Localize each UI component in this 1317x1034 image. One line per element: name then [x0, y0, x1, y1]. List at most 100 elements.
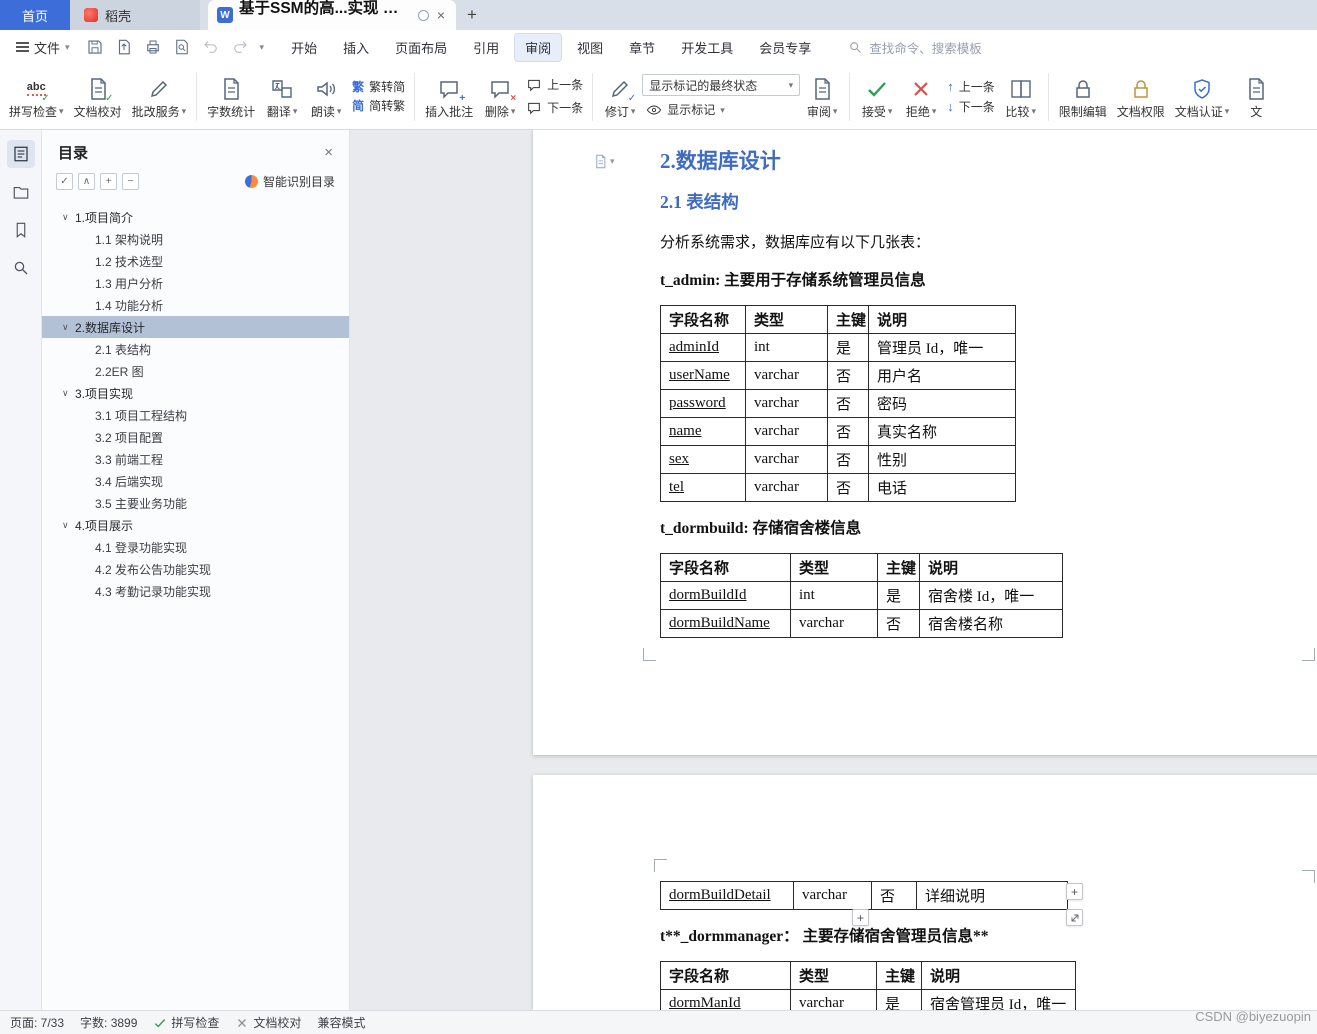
chevron-open-icon[interactable]: ∨	[62, 388, 75, 399]
document-page-2[interactable]: dormBuildDetail varchar 否详细说明 t**_dormmana…	[533, 775, 1317, 1010]
track-changes-button[interactable]: ✓ 修订 ▾	[598, 73, 642, 121]
table-cell: 否	[827, 473, 869, 502]
toc-item-label: 3.3 前端工程	[95, 452, 164, 467]
menu-tab[interactable]: 视图	[566, 33, 614, 62]
menu-tab[interactable]: 开发工具	[670, 33, 744, 62]
chevron-open-icon[interactable]: ∨	[62, 322, 75, 333]
toc-item[interactable]: 4.1 登录功能实现	[42, 536, 349, 558]
menu-tab[interactable]: 引用	[462, 33, 510, 62]
page-indicator[interactable]: 页面: 7/33	[10, 1014, 64, 1031]
toc-check-button[interactable]: ✓	[56, 173, 73, 190]
menu-tab[interactable]: 章节	[618, 33, 666, 62]
menu-tab[interactable]: 插入	[332, 33, 380, 62]
document-proofread-button[interactable]: ✓ 文档校对	[69, 73, 127, 121]
show-markup-button[interactable]: 显示标记 ▾	[642, 101, 800, 119]
previous-change-button[interactable]: ↑ 上一条	[943, 79, 999, 94]
table-add-row-button[interactable]: +	[852, 909, 869, 926]
close-icon[interactable]: ×	[324, 144, 333, 161]
smart-recognize-toc-button[interactable]: 智能识别目录	[244, 173, 335, 190]
next-comment-button[interactable]: 下一条	[522, 99, 587, 117]
previous-comment-button[interactable]: 上一条	[522, 76, 587, 94]
table-add-column-button[interactable]: +	[1066, 883, 1083, 900]
toc-item[interactable]: ∨ 2.数据库设计	[42, 316, 349, 338]
new-tab-button[interactable]: +	[456, 0, 488, 30]
insert-comment-button[interactable]: + 插入批注	[420, 73, 478, 121]
command-search[interactable]: 查找命令、搜索模板	[848, 38, 982, 57]
table-resize-handle[interactable]	[1066, 909, 1083, 926]
toc-collapse-button[interactable]: ∧	[78, 173, 95, 190]
sync-status-icon[interactable]	[417, 9, 429, 21]
toc-expand-all-button[interactable]: +	[100, 173, 117, 190]
document-permission-button[interactable]: 文档权限	[1112, 73, 1170, 121]
save-icon[interactable]	[86, 38, 104, 56]
proofread-status[interactable]: 文档校对	[235, 1014, 301, 1031]
toc-item[interactable]: ∨ 3.项目实现	[42, 382, 349, 404]
file-menu-button[interactable]: 文件 ▾	[10, 34, 76, 61]
toc-item[interactable]: 2.2ER 图	[42, 360, 349, 382]
home-tab[interactable]: 首页	[0, 0, 70, 30]
chevron-down-icon: ▾	[1031, 106, 1036, 116]
toc-item[interactable]: ∨ 1.项目简介	[42, 206, 349, 228]
spell-check-status[interactable]: 拼写检查	[153, 1014, 219, 1031]
word-count-button[interactable]: 字数统计	[202, 73, 260, 121]
toc-item[interactable]: 4.3 考勤记录功能实现	[42, 580, 349, 602]
spell-check-button[interactable]: abc ✓ 拼写检查 ▾	[4, 73, 69, 121]
chevron-open-icon[interactable]: ∨	[62, 520, 75, 531]
next-change-button[interactable]: ↓ 下一条	[943, 99, 999, 114]
chevron-down-icon[interactable]: ▾	[260, 42, 265, 53]
word-count-indicator[interactable]: 字数: 3899	[80, 1014, 137, 1031]
toc-item[interactable]: 3.3 前端工程	[42, 448, 349, 470]
correction-service-button[interactable]: 批改服务 ▾	[127, 73, 192, 121]
compare-button[interactable]: 比较 ▾	[999, 73, 1043, 121]
document-certify-button[interactable]: 文档认证 ▾	[1170, 73, 1235, 121]
chevron-open-icon[interactable]: ∨	[62, 212, 75, 223]
translate-button[interactable]: 翻译 ▾	[260, 73, 304, 121]
print-preview-icon[interactable]	[173, 38, 191, 56]
compat-mode-indicator[interactable]: 兼容模式	[317, 1014, 365, 1031]
toc-item[interactable]: ∨ 4.项目展示	[42, 514, 349, 536]
clipped-ribbon-button[interactable]: 文	[1234, 73, 1278, 121]
restrict-editing-icon	[1071, 76, 1095, 102]
print-icon[interactable]	[144, 38, 162, 56]
delete-comment-button[interactable]: × 删除 ▾	[478, 73, 522, 121]
document-tab[interactable]: W 基于SSM的高...实现 毕业论文 ×	[208, 0, 456, 30]
sidebar-search-button[interactable]	[7, 254, 35, 282]
reject-change-button[interactable]: 拒绝 ▾	[899, 73, 943, 121]
menu-tab[interactable]: 会员专享	[748, 33, 822, 62]
review-pane-button[interactable]: 审阅 ▾	[800, 73, 844, 121]
t-dormmanager-table: 字段名称 类型 主键 说明 dormManId varchar 是宿舍管理员 Id，唯一	[657, 961, 1317, 1010]
document-canvas[interactable]: ▾ 2.数据库设计 2.1 表结构 分析系统需求，数据库应有以下几张表： t_a…	[350, 130, 1317, 1010]
toc-item[interactable]: 3.1 项目工程结构	[42, 404, 349, 426]
menu-tab[interactable]: 审阅	[514, 32, 563, 62]
toc-collapse-all-button[interactable]: −	[122, 173, 139, 190]
toc-item[interactable]: 1.3 用户分析	[42, 272, 349, 294]
toc-item[interactable]: 2.1 表结构	[42, 338, 349, 360]
simp-char-icon: 简	[352, 99, 365, 113]
toc-item[interactable]: 1.2 技术选型	[42, 250, 349, 272]
sidebar-toc-button[interactable]	[6, 140, 35, 168]
document-page-1[interactable]: ▾ 2.数据库设计 2.1 表结构 分析系统需求，数据库应有以下几张表： t_a…	[533, 130, 1317, 755]
toc-item[interactable]: 1.1 架构说明	[42, 228, 349, 250]
undo-icon[interactable]	[202, 38, 220, 56]
simp-to-trad-button[interactable]: 简简转繁	[348, 99, 409, 113]
menu-tab[interactable]: 开始	[280, 33, 328, 62]
accept-change-button[interactable]: 接受 ▾	[855, 73, 899, 121]
sidebar-chapters-button[interactable]	[7, 178, 35, 206]
markup-state-select[interactable]: 显示标记的最终状态 ▾	[642, 74, 801, 96]
toc-item[interactable]: 3.2 项目配置	[42, 426, 349, 448]
toc-item[interactable]: 4.2 发布公告功能实现	[42, 558, 349, 580]
sidebar-bookmark-button[interactable]	[7, 216, 35, 244]
menu-tab[interactable]: 页面布局	[384, 33, 458, 62]
docer-tab[interactable]: 稻壳	[70, 0, 200, 30]
toc-tree: ∨ 1.项目简介 1.1 架构说明 1.2 技术选型 1.3 用户分析 1.4 功能分析 ∨…	[42, 200, 349, 602]
export-icon[interactable]	[115, 38, 133, 56]
toc-item[interactable]: 3.4 后端实现	[42, 470, 349, 492]
redo-icon[interactable]	[231, 38, 249, 56]
toc-item[interactable]: 3.5 主要业务功能	[42, 492, 349, 514]
close-document-icon[interactable]: ×	[435, 7, 447, 23]
read-aloud-button[interactable]: 朗读 ▾	[304, 73, 348, 121]
restrict-editing-button[interactable]: 限制编辑	[1054, 73, 1112, 121]
paragraph-handle[interactable]: ▾	[593, 154, 615, 169]
toc-item[interactable]: 1.4 功能分析	[42, 294, 349, 316]
trad-to-simp-button[interactable]: 繁繁转简	[348, 80, 409, 94]
